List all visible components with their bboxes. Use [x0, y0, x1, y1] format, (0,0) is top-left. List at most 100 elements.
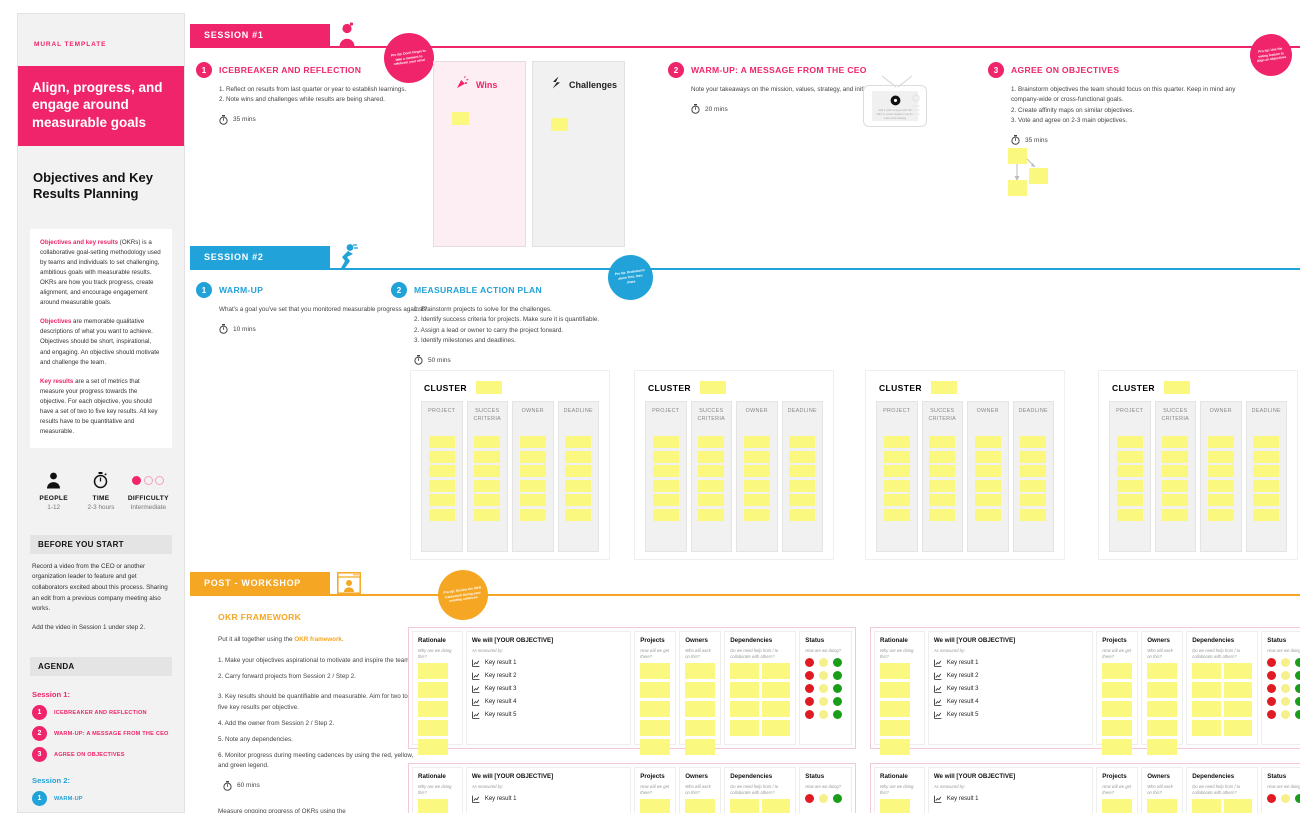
sidebar-item-agree-objectives[interactable]: 3 AGREE ON OBJECTIVES	[32, 747, 170, 763]
sticky-note[interactable]	[474, 450, 501, 463]
sticky-note[interactable]	[730, 682, 759, 699]
sticky-note[interactable]	[1253, 494, 1280, 506]
sticky-note[interactable]	[1116, 508, 1143, 521]
sticky-note[interactable]	[789, 494, 816, 506]
sticky-note[interactable]	[652, 436, 679, 448]
sticky-note[interactable]	[730, 720, 759, 737]
sticky-note[interactable]	[428, 436, 455, 448]
sticky-note[interactable]	[652, 508, 679, 521]
cluster-table-1[interactable]: CLUSTER PROJECT SUCCES CRITERIA OWNER DE…	[410, 370, 610, 560]
sticky-note[interactable]	[761, 799, 791, 813]
sticky-note[interactable]	[1020, 450, 1047, 463]
key-result-row[interactable]: Key result 1	[934, 659, 1087, 667]
sticky-note[interactable]	[698, 479, 725, 492]
key-result-row[interactable]: Key result 4	[934, 698, 1087, 706]
status-dot-yellow[interactable]	[1281, 684, 1291, 694]
sticky-note[interactable]	[698, 494, 725, 506]
sticky-note[interactable]	[698, 465, 725, 477]
status-row[interactable]	[1267, 710, 1300, 720]
sticky-note[interactable]	[452, 112, 469, 125]
sticky-note[interactable]	[1253, 479, 1280, 492]
sticky-note[interactable]	[880, 663, 910, 680]
status-row[interactable]	[805, 671, 846, 681]
sticky-note[interactable]	[565, 436, 592, 448]
sticky-note[interactable]	[652, 479, 679, 492]
sticky-note[interactable]	[1147, 720, 1178, 737]
status-dot-yellow[interactable]	[819, 697, 829, 707]
sticky-note[interactable]	[1147, 701, 1178, 718]
sticky-note[interactable]	[1163, 381, 1190, 394]
sticky-note[interactable]	[474, 479, 501, 492]
sticky-note[interactable]	[880, 701, 910, 718]
sticky-note[interactable]	[640, 739, 671, 756]
sticky-note[interactable]	[761, 720, 791, 737]
sticky-note[interactable]	[974, 450, 1001, 463]
sidebar-item-icebreaker[interactable]: 1 ICEBREAKER AND REFLECTION	[32, 705, 170, 721]
sticky-note[interactable]	[929, 508, 956, 521]
status-dot-yellow[interactable]	[1281, 658, 1291, 668]
sticky-note[interactable]	[743, 494, 770, 506]
sticky-note[interactable]	[698, 450, 725, 463]
status-dot-yellow[interactable]	[1281, 794, 1291, 804]
status-dot-green[interactable]	[833, 697, 843, 707]
sticky-note[interactable]	[883, 508, 910, 521]
sticky-note[interactable]	[1162, 436, 1189, 448]
sticky-note[interactable]	[1192, 682, 1221, 699]
sticky-note[interactable]	[1192, 663, 1221, 680]
sticky-note[interactable]	[474, 465, 501, 477]
sticky-note[interactable]	[929, 465, 956, 477]
sticky-note[interactable]	[743, 436, 770, 448]
sticky-note[interactable]	[1253, 465, 1280, 477]
sticky-note[interactable]	[640, 720, 671, 737]
sticky-note[interactable]	[1162, 479, 1189, 492]
video-placeholder[interactable]: Add a video snippet with the CEO or seni…	[863, 75, 927, 127]
sticky-note[interactable]	[789, 465, 816, 477]
sticky-note[interactable]	[428, 508, 455, 521]
sticky-note[interactable]	[883, 479, 910, 492]
sticky-note[interactable]	[685, 663, 716, 680]
sticky-note[interactable]	[880, 739, 910, 756]
sticky-note[interactable]	[1253, 450, 1280, 463]
okr-table-3[interactable]: Rationale Why are we doing this? We will…	[408, 763, 856, 813]
sticky-note[interactable]	[428, 465, 455, 477]
sticky-note[interactable]	[929, 450, 956, 463]
status-dot-green[interactable]	[1295, 697, 1300, 707]
sticky-note[interactable]	[652, 494, 679, 506]
sidebar-item-warmup[interactable]: 1 WARM-UP	[32, 791, 170, 807]
sticky-note[interactable]	[930, 381, 957, 394]
sticky-note[interactable]	[730, 799, 759, 813]
sidebar-item-warmup-ceo[interactable]: 2 WARM-UP: A MESSAGE FROM THE CEO	[32, 726, 170, 742]
challenges-panel[interactable]: Challenges	[532, 61, 625, 247]
status-dot-red[interactable]	[1267, 710, 1277, 720]
sticky-note[interactable]	[474, 436, 501, 448]
sticky-note[interactable]	[883, 465, 910, 477]
sticky-note[interactable]	[685, 682, 716, 699]
status-dot-yellow[interactable]	[819, 671, 829, 681]
sticky-note[interactable]	[565, 465, 592, 477]
sticky-note[interactable]	[1116, 479, 1143, 492]
wins-panel[interactable]: Wins	[433, 61, 526, 247]
sticky-note[interactable]	[1116, 465, 1143, 477]
sticky-note[interactable]	[974, 479, 1001, 492]
sticky-note[interactable]	[1116, 436, 1143, 448]
sticky-note[interactable]	[640, 701, 671, 718]
sticky-note[interactable]	[1102, 701, 1133, 718]
sticky-note[interactable]	[743, 479, 770, 492]
sticky-note[interactable]	[1116, 450, 1143, 463]
key-result-row[interactable]: Key result 4	[472, 698, 625, 706]
key-result-row[interactable]: Key result 3	[472, 685, 625, 693]
sticky-note[interactable]	[1192, 720, 1221, 737]
sticky-note[interactable]	[1223, 799, 1253, 813]
status-dot-green[interactable]	[833, 710, 843, 720]
status-dot-yellow[interactable]	[1281, 697, 1291, 707]
sticky-note[interactable]	[789, 450, 816, 463]
sticky-note[interactable]	[1223, 682, 1253, 699]
status-dot-red[interactable]	[805, 794, 815, 804]
sticky-note[interactable]	[428, 450, 455, 463]
sticky-note[interactable]	[418, 663, 448, 680]
affinity-map-cluster[interactable]	[1008, 148, 1048, 201]
sticky-note[interactable]	[1192, 701, 1221, 718]
key-result-row[interactable]: Key result 1	[934, 795, 1087, 803]
status-dot-red[interactable]	[805, 658, 815, 668]
sticky-note[interactable]	[474, 508, 501, 521]
